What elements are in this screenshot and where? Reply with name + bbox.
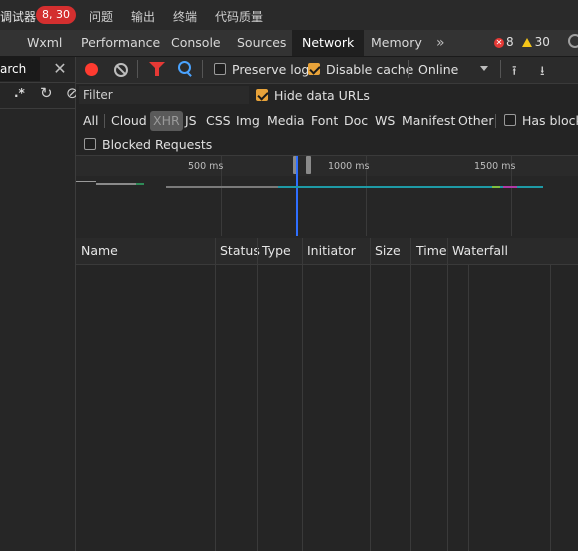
type-filter-ws[interactable]: WS — [373, 111, 397, 131]
requests-table-body — [76, 265, 578, 551]
warning-count: 30 — [534, 35, 550, 49]
type-filter-xhr[interactable]: XHR — [150, 111, 183, 131]
settings-gear-icon[interactable] — [568, 34, 578, 48]
debugger-title[interactable]: 调试器 — [0, 8, 36, 25]
tab-console[interactable]: Console — [161, 30, 231, 56]
type-filter-other[interactable]: Other — [456, 111, 496, 131]
tab-wxml[interactable]: Wxml — [17, 30, 72, 56]
filter-funnel-icon[interactable] — [149, 62, 165, 76]
disable-cache-label: Disable cache — [326, 62, 414, 77]
type-filter-doc[interactable]: Doc — [342, 111, 370, 131]
divider — [104, 114, 105, 128]
tick-label: 1500 ms — [474, 161, 516, 172]
column-divider — [257, 238, 258, 551]
hide-data-urls-checkbox[interactable] — [256, 89, 268, 101]
tab-issues[interactable]: 问题 — [89, 8, 113, 25]
clear-log-icon[interactable] — [114, 63, 128, 77]
column-header-type[interactable]: Type — [262, 238, 291, 264]
column-header-size[interactable]: Size — [375, 238, 401, 264]
column-header-status[interactable]: Status — [220, 238, 260, 264]
divider — [495, 114, 496, 128]
left-search-panel — [0, 57, 76, 551]
type-filter-img[interactable]: Img — [234, 111, 262, 131]
tick-label: 1000 ms — [328, 161, 370, 172]
request-bar — [503, 186, 517, 188]
range-handle-right[interactable] — [306, 156, 311, 174]
column-header-name[interactable]: Name — [81, 238, 118, 264]
close-icon[interactable]: ✕ — [51, 57, 69, 81]
has-blocked-cookies-label: Has blocke — [522, 113, 578, 128]
column-divider — [215, 238, 216, 551]
search-icon[interactable] — [178, 61, 191, 74]
debugger-top-bar: 调试器 8, 30 问题 输出 终端 代码质量 — [0, 0, 578, 30]
blocked-requests-label: Blocked Requests — [102, 137, 213, 152]
column-divider — [447, 238, 448, 551]
column-divider — [410, 238, 411, 551]
regex-toggle-button[interactable]: .* — [14, 86, 25, 100]
divider — [408, 60, 409, 78]
tab-output[interactable]: 输出 — [131, 8, 155, 25]
type-filter-css[interactable]: CSS — [204, 111, 233, 131]
type-filter-js[interactable]: JS — [183, 111, 199, 131]
preserve-log-checkbox[interactable] — [214, 63, 226, 75]
error-count: 8 — [506, 35, 514, 49]
type-filter-manifest[interactable]: Manifest — [400, 111, 457, 131]
divider — [500, 60, 501, 78]
disable-cache-checkbox[interactable] — [308, 63, 320, 75]
divider — [0, 82, 75, 83]
tick-label: 500 ms — [188, 161, 224, 172]
record-icon[interactable] — [85, 63, 98, 76]
divider — [137, 60, 138, 78]
filter-input[interactable] — [79, 86, 249, 104]
waterfall-grid-line — [468, 265, 469, 551]
request-bar — [76, 181, 96, 182]
error-icon: ✕ — [494, 37, 504, 48]
error-count-badge: 8, 30 — [36, 6, 76, 24]
warning-icon — [521, 38, 532, 47]
chevron-down-icon[interactable] — [480, 66, 488, 71]
request-bar — [492, 186, 500, 188]
preserve-log-label: Preserve log — [232, 62, 310, 77]
more-tabs-chevron-icon[interactable]: » — [436, 30, 445, 56]
column-divider — [370, 238, 371, 551]
blocked-requests-checkbox[interactable] — [84, 138, 96, 150]
column-header-waterfall[interactable]: Waterfall — [452, 238, 508, 264]
import-har-icon[interactable]: ⭱ — [512, 62, 517, 84]
tab-terminal[interactable]: 终端 — [173, 8, 197, 25]
search-tab[interactable]: arch — [0, 57, 40, 81]
dom-content-loaded-marker — [296, 156, 298, 236]
divider — [0, 108, 75, 109]
request-bar — [166, 186, 278, 188]
tab-code-quality[interactable]: 代码质量 — [215, 8, 263, 25]
hide-data-urls-label: Hide data URLs — [274, 88, 370, 103]
divider — [202, 60, 203, 78]
column-header-initiator[interactable]: Initiator — [307, 238, 356, 264]
refresh-icon[interactable]: ↻ — [40, 84, 53, 102]
issues-counter[interactable]: ✕ 8 30 — [494, 35, 550, 49]
column-header-time[interactable]: Time — [416, 238, 447, 264]
type-filter-all[interactable]: All — [81, 111, 101, 131]
type-filter-font[interactable]: Font — [309, 111, 340, 131]
devtools-tab-bar: Wxml Performance Console Sources Network… — [0, 30, 578, 57]
tab-sources[interactable]: Sources — [227, 30, 296, 56]
type-filter-cloud[interactable]: Cloud — [109, 111, 149, 131]
waterfall-grid-line — [550, 265, 551, 551]
tab-memory[interactable]: Memory — [361, 30, 432, 56]
export-har-icon[interactable]: ⭳ — [540, 62, 545, 84]
tab-network[interactable]: Network — [292, 30, 365, 56]
tab-performance[interactable]: Performance — [71, 30, 170, 56]
type-filter-media[interactable]: Media — [265, 111, 307, 131]
has-blocked-cookies-checkbox[interactable] — [504, 114, 516, 126]
column-divider — [302, 238, 303, 551]
request-bar — [136, 183, 144, 185]
